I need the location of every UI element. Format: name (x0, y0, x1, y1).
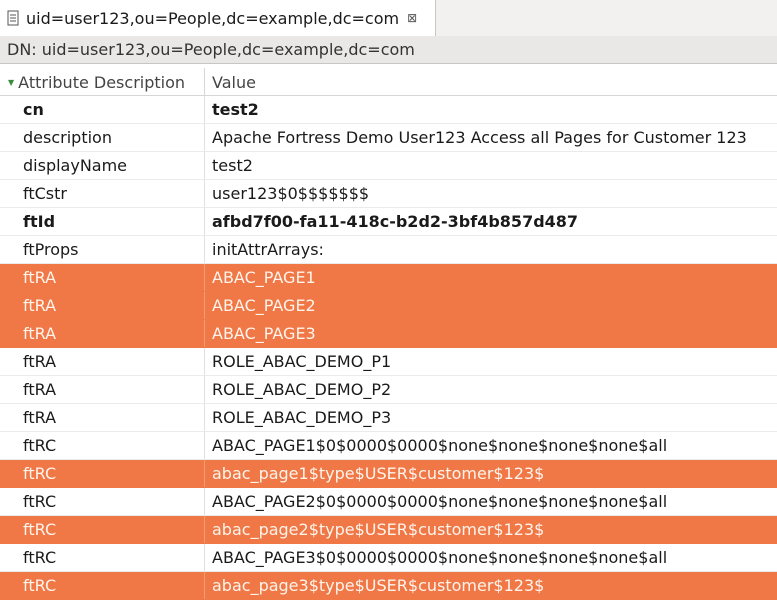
entry-editor-tab[interactable]: uid=user123,ou=People,dc=example,dc=com … (0, 0, 436, 36)
table-row[interactable]: ftId afbd7f00-fa11-418c-b2d2-3bf4b857d487 (0, 208, 777, 236)
attribute-name-cell[interactable]: ftRC (0, 572, 205, 599)
attribute-name-cell[interactable]: ftRA (0, 292, 205, 319)
table-row[interactable]: ftRC abac_page3$type$USER$customer$123$ (0, 572, 777, 600)
attribute-value-cell[interactable]: abac_page1$type$USER$customer$123$ (205, 460, 777, 487)
attribute-name-cell[interactable]: ftProps (0, 236, 205, 263)
table-row[interactable]: ftRC ABAC_PAGE3$0$0000$0000$none$none$non… (0, 544, 777, 572)
attribute-value-cell[interactable]: ABAC_PAGE3 (205, 320, 777, 347)
attribute-value-cell[interactable]: abac_page2$type$USER$customer$123$ (205, 516, 777, 543)
attribute-name-cell[interactable]: ftRA (0, 348, 205, 375)
table-row[interactable]: ftRA ABAC_PAGE3 (0, 320, 777, 348)
editor-tab-bar: uid=user123,ou=People,dc=example,dc=com … (0, 0, 777, 37)
attribute-table: cn test2 description Apache Fortress Demo U… (0, 96, 777, 600)
attribute-value-cell[interactable]: ABAC_PAGE1 (205, 264, 777, 291)
table-row[interactable]: ftRA ABAC_PAGE2 (0, 292, 777, 320)
sort-indicator-icon: ▼ (8, 77, 15, 87)
table-row[interactable]: ftProps initAttrArrays: (0, 236, 777, 264)
attribute-name-cell[interactable]: ftRA (0, 404, 205, 431)
attribute-name-cell[interactable]: ftCstr (0, 180, 205, 207)
attribute-name-cell[interactable]: cn (0, 96, 205, 123)
attribute-name-cell[interactable]: ftRA (0, 264, 205, 291)
dn-bar: DN: uid=user123,ou=People,dc=example,dc=… (0, 36, 777, 64)
column-header-attribute[interactable]: ▼ Attribute Description (0, 68, 205, 96)
table-row[interactable]: ftRA ROLE_ABAC_DEMO_P1 (0, 348, 777, 376)
close-icon[interactable]: ⊠ (407, 11, 417, 25)
table-row[interactable]: ftRC ABAC_PAGE2$0$0000$0000$none$none$non… (0, 488, 777, 516)
attribute-value-cell[interactable]: ABAC_PAGE2$0$0000$0000$none$none$none$no… (205, 488, 777, 515)
dn-text: DN: uid=user123,ou=People,dc=example,dc=… (7, 40, 415, 59)
attribute-value-cell[interactable]: test2 (205, 96, 777, 123)
attribute-name-cell[interactable]: ftId (0, 208, 205, 235)
table-row[interactable]: ftRC abac_page1$type$USER$customer$123$ (0, 460, 777, 488)
attribute-value-cell[interactable]: ROLE_ABAC_DEMO_P2 (205, 376, 777, 403)
attribute-name-cell[interactable]: ftRC (0, 544, 205, 571)
attribute-name-cell[interactable]: ftRC (0, 516, 205, 543)
tab-title: uid=user123,ou=People,dc=example,dc=com (26, 8, 400, 28)
attribute-name-cell[interactable]: ftRA (0, 320, 205, 347)
attribute-value-cell[interactable]: test2 (205, 152, 777, 179)
document-icon (6, 10, 20, 26)
attribute-value-cell[interactable]: Apache Fortress Demo User123 Access all … (205, 124, 777, 151)
table-row[interactable]: ftRC abac_page2$type$USER$customer$123$ (0, 516, 777, 544)
attribute-value-cell[interactable]: ABAC_PAGE2 (205, 292, 777, 319)
attribute-name-cell[interactable]: ftRC (0, 432, 205, 459)
attribute-value-cell[interactable]: ABAC_PAGE3$0$0000$0000$none$none$none$no… (205, 544, 777, 571)
table-row[interactable]: cn test2 (0, 96, 777, 124)
table-header: ▼ Attribute Description Value (0, 68, 777, 96)
attribute-name-cell[interactable]: displayName (0, 152, 205, 179)
attribute-value-cell[interactable]: ROLE_ABAC_DEMO_P1 (205, 348, 777, 375)
table-row[interactable]: displayName test2 (0, 152, 777, 180)
attribute-name-cell[interactable]: ftRC (0, 488, 205, 515)
table-row[interactable]: ftRA ABAC_PAGE1 (0, 264, 777, 292)
attribute-name-cell[interactable]: description (0, 124, 205, 151)
table-row[interactable]: description Apache Fortress Demo User123 … (0, 124, 777, 152)
table-row[interactable]: ftRC ABAC_PAGE1$0$0000$0000$none$none$non… (0, 432, 777, 460)
table-row[interactable]: ftRA ROLE_ABAC_DEMO_P3 (0, 404, 777, 432)
attribute-value-cell[interactable]: abac_page3$type$USER$customer$123$ (205, 572, 777, 599)
attribute-value-cell[interactable]: afbd7f00-fa11-418c-b2d2-3bf4b857d487 (205, 208, 777, 235)
attribute-name-cell[interactable]: ftRC (0, 460, 205, 487)
attribute-value-cell[interactable]: ABAC_PAGE1$0$0000$0000$none$none$none$no… (205, 432, 777, 459)
attribute-value-cell[interactable]: ROLE_ABAC_DEMO_P3 (205, 404, 777, 431)
attribute-value-cell[interactable]: initAttrArrays: (205, 236, 777, 263)
table-row[interactable]: ftRA ROLE_ABAC_DEMO_P2 (0, 376, 777, 404)
column-header-value[interactable]: Value (205, 68, 777, 96)
table-row[interactable]: ftCstr user123$0$$$$$$$ (0, 180, 777, 208)
attribute-value-cell[interactable]: user123$0$$$$$$$ (205, 180, 777, 207)
attribute-name-cell[interactable]: ftRA (0, 376, 205, 403)
